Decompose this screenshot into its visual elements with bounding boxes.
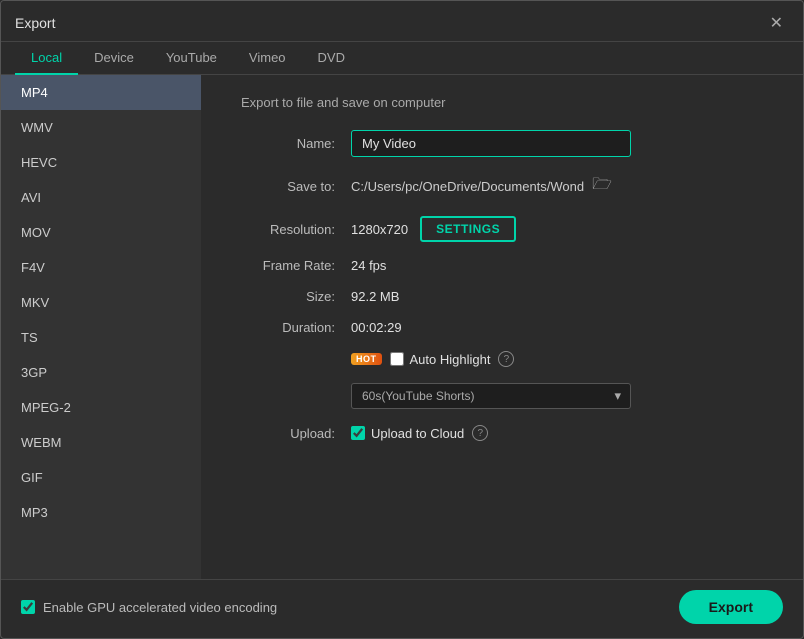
size-row: Size: 92.2 MB	[241, 289, 763, 304]
size-label: Size:	[241, 289, 351, 304]
sidebar-item-wmv[interactable]: WMV	[1, 110, 201, 145]
main-panel: Export to file and save on computer Name…	[201, 75, 803, 579]
settings-button[interactable]: SETTINGS	[420, 216, 516, 242]
name-row: Name:	[241, 130, 763, 157]
sidebar-item-mov[interactable]: MOV	[1, 215, 201, 250]
auto-highlight-label[interactable]: Auto Highlight	[390, 352, 491, 367]
sidebar-item-ts[interactable]: TS	[1, 320, 201, 355]
sidebar-item-mkv[interactable]: MKV	[1, 285, 201, 320]
gpu-checkbox[interactable]	[21, 600, 35, 614]
panel-title: Export to file and save on computer	[241, 95, 763, 110]
upload-cloud-label[interactable]: Upload to Cloud	[351, 426, 464, 441]
sidebar-item-mp3[interactable]: MP3	[1, 495, 201, 530]
sidebar-item-gif[interactable]: GIF	[1, 460, 201, 495]
framerate-row: Frame Rate: 24 fps	[241, 258, 763, 273]
sidebar-item-3gp[interactable]: 3GP	[1, 355, 201, 390]
sidebar-item-avi[interactable]: AVI	[1, 180, 201, 215]
export-window: Export ✕ Local Device YouTube Vimeo DVD …	[0, 0, 804, 639]
tab-device[interactable]: Device	[78, 42, 150, 75]
youtube-shorts-dropdown-wrapper: 60s(YouTube Shorts)	[351, 383, 631, 409]
gpu-checkbox-label[interactable]: Enable GPU accelerated video encoding	[21, 600, 277, 615]
sidebar-item-f4v[interactable]: F4V	[1, 250, 201, 285]
resolution-label: Resolution:	[241, 222, 351, 237]
tab-bar: Local Device YouTube Vimeo DVD	[1, 42, 803, 75]
upload-cloud-text: Upload to Cloud	[371, 426, 464, 441]
name-input[interactable]	[351, 130, 631, 157]
title-bar: Export ✕	[1, 1, 803, 42]
size-value: 92.2 MB	[351, 289, 399, 304]
youtube-shorts-dropdown[interactable]: 60s(YouTube Shorts)	[351, 383, 631, 409]
duration-value: 00:02:29	[351, 320, 402, 335]
tab-dvd[interactable]: DVD	[302, 42, 361, 75]
close-button[interactable]: ✕	[764, 11, 789, 35]
youtube-shorts-row: 60s(YouTube Shorts)	[351, 383, 763, 409]
upload-content: Upload to Cloud ?	[351, 425, 488, 441]
upload-label: Upload:	[241, 426, 351, 441]
framerate-value: 24 fps	[351, 258, 386, 273]
upload-cloud-help-icon[interactable]: ?	[472, 425, 488, 441]
resolution-row: Resolution: 1280x720 SETTINGS	[241, 216, 763, 242]
sidebar-item-hevc[interactable]: HEVC	[1, 145, 201, 180]
framerate-label: Frame Rate:	[241, 258, 351, 273]
upload-row: Upload: Upload to Cloud ?	[241, 425, 763, 441]
auto-highlight-text: Auto Highlight	[410, 352, 491, 367]
folder-icon[interactable]: 🗁	[592, 173, 612, 200]
export-button[interactable]: Export	[679, 590, 783, 624]
save-path-text: C:/Users/pc/OneDrive/Documents/Wond	[351, 179, 584, 194]
upload-cloud-checkbox[interactable]	[351, 426, 365, 440]
highlight-row: HOT Auto Highlight ?	[241, 351, 763, 367]
content-area: MP4 WMV HEVC AVI MOV F4V MKV TS	[1, 75, 803, 579]
hot-badge: HOT	[351, 353, 382, 365]
sidebar-item-mp4[interactable]: MP4	[1, 75, 201, 110]
sidebar-item-webm[interactable]: WEBM	[1, 425, 201, 460]
name-label: Name:	[241, 136, 351, 151]
format-sidebar: MP4 WMV HEVC AVI MOV F4V MKV TS	[1, 75, 201, 579]
save-label: Save to:	[241, 179, 351, 194]
duration-label: Duration:	[241, 320, 351, 335]
tab-vimeo[interactable]: Vimeo	[233, 42, 302, 75]
save-path-container: C:/Users/pc/OneDrive/Documents/Wond 🗁	[351, 173, 612, 200]
sidebar-item-mpeg2[interactable]: MPEG-2	[1, 390, 201, 425]
gpu-label-text: Enable GPU accelerated video encoding	[43, 600, 277, 615]
auto-highlight-checkbox[interactable]	[390, 352, 404, 366]
duration-row: Duration: 00:02:29	[241, 320, 763, 335]
resolution-value: 1280x720	[351, 222, 408, 237]
tab-local[interactable]: Local	[15, 42, 78, 75]
resolution-value-container: 1280x720 SETTINGS	[351, 216, 516, 242]
highlight-content: HOT Auto Highlight ?	[351, 351, 514, 367]
tab-youtube[interactable]: YouTube	[150, 42, 233, 75]
save-to-row: Save to: C:/Users/pc/OneDrive/Documents/…	[241, 173, 763, 200]
footer: Enable GPU accelerated video encoding Ex…	[1, 579, 803, 638]
title-bar-left: Export	[15, 15, 55, 31]
window-title: Export	[15, 15, 55, 31]
auto-highlight-help-icon[interactable]: ?	[498, 351, 514, 367]
